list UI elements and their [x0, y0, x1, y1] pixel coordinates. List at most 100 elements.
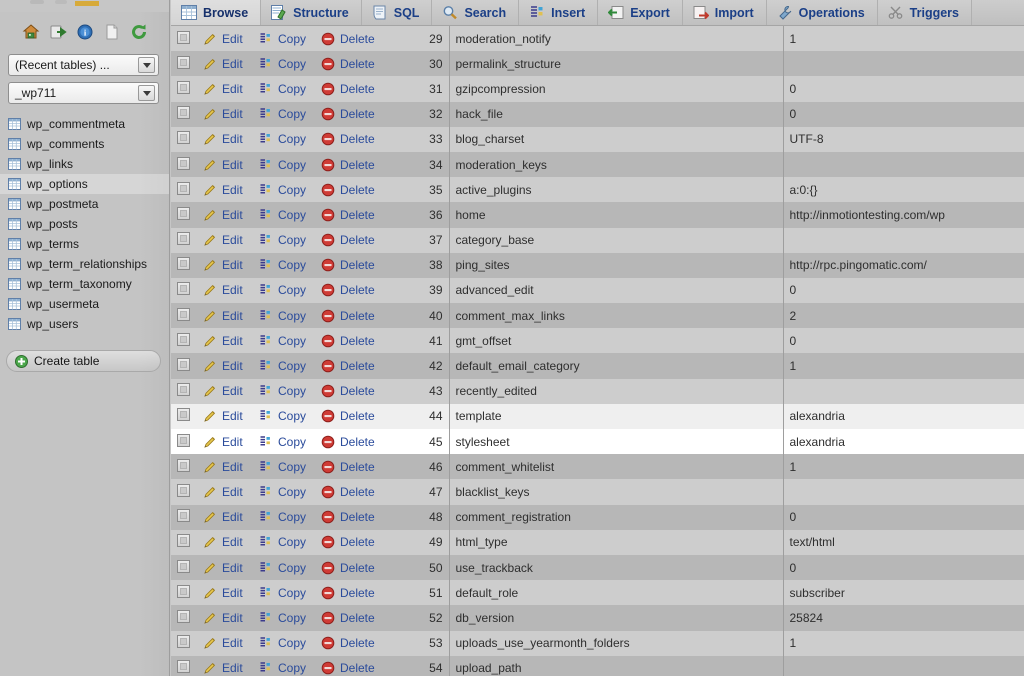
sidebar-table-wp_terms[interactable]: wp_terms	[0, 234, 169, 254]
delete-link[interactable]: Delete	[321, 535, 379, 549]
docs-icon[interactable]	[103, 23, 121, 41]
edit-link[interactable]: Edit	[203, 611, 247, 625]
delete-link[interactable]: Delete	[321, 32, 379, 46]
delete-link[interactable]: Delete	[321, 82, 379, 96]
table-row[interactable]: Edit Copy Delete 43 recently_edited	[171, 378, 1024, 404]
row-checkbox[interactable]	[177, 509, 190, 523]
row-checkbox[interactable]	[177, 635, 190, 649]
table-row[interactable]: Edit Copy Delete 50 use_trackback 0	[171, 554, 1024, 581]
row-checkbox[interactable]	[177, 584, 190, 598]
create-table-button[interactable]: Create table	[6, 350, 161, 372]
sidebar-table-wp_term_relationships[interactable]: wp_term_relationships	[0, 254, 169, 274]
sidebar-table-wp_commentmeta[interactable]: wp_commentmeta	[0, 114, 169, 134]
edit-link[interactable]: Edit	[203, 132, 247, 146]
edit-link[interactable]: Edit	[203, 510, 247, 524]
delete-link[interactable]: Delete	[321, 611, 379, 625]
edit-link[interactable]: Edit	[203, 57, 247, 71]
copy-link[interactable]: Copy	[259, 510, 309, 524]
edit-link[interactable]: Edit	[203, 636, 247, 650]
edit-link[interactable]: Edit	[203, 283, 247, 297]
table-row[interactable]: Edit Copy Delete 29 moderation_notify 1	[171, 26, 1024, 52]
delete-link[interactable]: Delete	[321, 107, 379, 121]
row-checkbox[interactable]	[177, 458, 190, 472]
copy-link[interactable]: Copy	[259, 535, 309, 549]
database-select[interactable]: _wp711	[8, 82, 159, 104]
row-checkbox[interactable]	[177, 534, 190, 548]
table-row[interactable]: Edit Copy Delete 49 html_type text/html	[171, 529, 1024, 555]
edit-link[interactable]: Edit	[203, 661, 247, 675]
row-checkbox[interactable]	[177, 206, 190, 220]
delete-link[interactable]: Delete	[321, 485, 379, 499]
copy-link[interactable]: Copy	[259, 208, 309, 222]
row-checkbox[interactable]	[177, 358, 190, 372]
edit-link[interactable]: Edit	[203, 359, 247, 373]
table-row[interactable]: Edit Copy Delete 35 active_plugins a:0:{}	[171, 177, 1024, 203]
delete-link[interactable]: Delete	[321, 132, 379, 146]
copy-link[interactable]: Copy	[259, 82, 309, 96]
row-checkbox[interactable]	[177, 332, 190, 346]
copy-link[interactable]: Copy	[259, 359, 309, 373]
table-row[interactable]: Edit Copy Delete 37 category_base	[171, 227, 1024, 253]
copy-link[interactable]: Copy	[259, 661, 309, 675]
table-row[interactable]: Edit Copy Delete 38 ping_sites http://rpc.pin…	[171, 252, 1024, 278]
sidebar-table-wp_users[interactable]: wp_users	[0, 314, 169, 334]
copy-link[interactable]: Copy	[259, 309, 309, 323]
row-checkbox[interactable]	[177, 181, 190, 195]
copy-link[interactable]: Copy	[259, 334, 309, 348]
tab-triggers[interactable]: Triggers	[877, 0, 972, 25]
help-icon[interactable]: i	[76, 23, 94, 41]
table-row[interactable]: Edit Copy Delete 53 uploads_use_yearmonth_fo…	[171, 630, 1024, 656]
recent-tables-select[interactable]: (Recent tables) ...	[8, 54, 159, 76]
copy-link[interactable]: Copy	[259, 435, 309, 449]
edit-link[interactable]: Edit	[203, 309, 247, 323]
reload-icon[interactable]	[130, 23, 148, 41]
delete-link[interactable]: Delete	[321, 460, 379, 474]
row-checkbox[interactable]	[177, 660, 190, 674]
copy-link[interactable]: Copy	[259, 233, 309, 247]
sidebar-table-wp_options[interactable]: wp_options	[0, 174, 169, 194]
copy-link[interactable]: Copy	[259, 384, 309, 398]
row-checkbox[interactable]	[177, 55, 190, 69]
tab-structure[interactable]: Structure	[261, 0, 362, 25]
delete-link[interactable]: Delete	[321, 183, 379, 197]
delete-link[interactable]: Delete	[321, 208, 379, 222]
tab-insert[interactable]: Insert	[519, 0, 599, 25]
delete-link[interactable]: Delete	[321, 158, 379, 172]
table-row[interactable]: Edit Copy Delete 45 stylesheet alexandria	[171, 429, 1024, 455]
row-checkbox[interactable]	[177, 307, 190, 321]
copy-link[interactable]: Copy	[259, 183, 309, 197]
sidebar-table-wp_term_taxonomy[interactable]: wp_term_taxonomy	[0, 274, 169, 294]
delete-link[interactable]: Delete	[321, 435, 379, 449]
table-row[interactable]: Edit Copy Delete 40 comment_max_links 2	[171, 303, 1024, 329]
edit-link[interactable]: Edit	[203, 384, 247, 398]
copy-link[interactable]: Copy	[259, 561, 309, 575]
delete-link[interactable]: Delete	[321, 409, 379, 423]
delete-link[interactable]: Delete	[321, 661, 379, 675]
edit-link[interactable]: Edit	[203, 107, 247, 121]
delete-link[interactable]: Delete	[321, 233, 379, 247]
table-row[interactable]: Edit Copy Delete 54 upload_path	[171, 655, 1024, 676]
delete-link[interactable]: Delete	[321, 57, 379, 71]
tab-search[interactable]: Search	[432, 0, 520, 25]
chevron-down-icon[interactable]	[138, 85, 155, 101]
copy-link[interactable]: Copy	[259, 460, 309, 474]
row-checkbox[interactable]	[177, 408, 190, 422]
table-row[interactable]: Edit Copy Delete 32 hack_file 0	[171, 101, 1024, 127]
copy-link[interactable]: Copy	[259, 258, 309, 272]
edit-link[interactable]: Edit	[203, 158, 247, 172]
row-checkbox[interactable]	[177, 433, 190, 447]
row-checkbox[interactable]	[177, 282, 190, 296]
copy-link[interactable]: Copy	[259, 158, 309, 172]
table-row[interactable]: Edit Copy Delete 42 default_email_category 1	[171, 353, 1024, 379]
table-row[interactable]: Edit Copy Delete 34 moderation_keys	[171, 151, 1024, 178]
row-checkbox[interactable]	[177, 80, 190, 94]
delete-link[interactable]: Delete	[321, 384, 379, 398]
sidebar-table-wp_postmeta[interactable]: wp_postmeta	[0, 194, 169, 214]
edit-link[interactable]: Edit	[203, 32, 247, 46]
delete-link[interactable]: Delete	[321, 586, 379, 600]
row-checkbox[interactable]	[177, 106, 190, 120]
tab-browse[interactable]: Browse	[171, 0, 262, 25]
copy-link[interactable]: Copy	[259, 611, 309, 625]
edit-link[interactable]: Edit	[203, 586, 247, 600]
tab-export[interactable]: Export	[598, 0, 683, 25]
